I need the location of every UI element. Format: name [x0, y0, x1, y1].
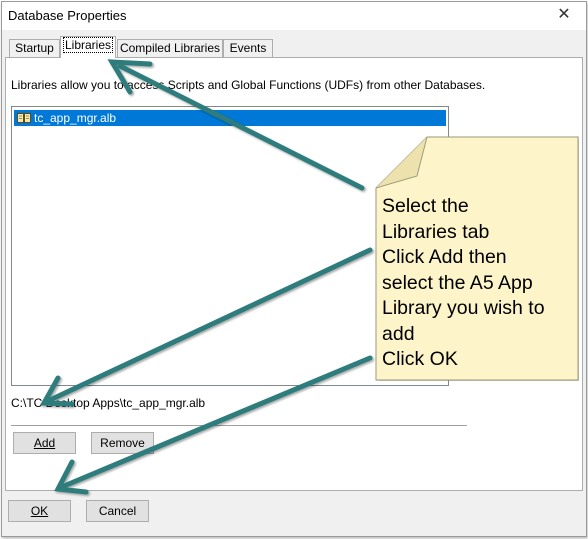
remove-button-label: Remove — [100, 436, 145, 450]
ok-button[interactable]: OK — [8, 500, 71, 522]
callout-line: Click OK — [382, 348, 458, 370]
callout-line: select the A5 App — [382, 271, 533, 294]
callout-text: Select the Libraries tab Click Add then … — [382, 194, 578, 373]
tab-compiled-libraries-label: Compiled Libraries — [119, 41, 221, 55]
callout-line: add — [382, 322, 415, 345]
callout-line: Libraries tab — [382, 220, 490, 243]
book-icon — [17, 113, 31, 123]
add-button-label: Add — [33, 436, 56, 450]
window-title: Database Properties — [8, 8, 127, 23]
library-name: tc_app_mgr.alb — [34, 111, 117, 125]
cancel-button[interactable]: Cancel — [86, 500, 149, 522]
tab-events-label: Events — [229, 41, 267, 55]
title-bar: Database Properties ✕ — [2, 2, 586, 30]
dialog-footer: OK Cancel — [2, 492, 586, 536]
tab-startup-label: Startup — [15, 41, 54, 55]
callout-line: Select the — [382, 195, 469, 217]
libraries-description: Libraries allow you to access Scripts an… — [11, 78, 486, 92]
tab-startup[interactable]: Startup — [9, 39, 60, 57]
tab-libraries-label: Libraries — [62, 37, 114, 53]
tab-libraries[interactable]: Libraries — [60, 36, 116, 58]
tab-events[interactable]: Events — [223, 39, 273, 57]
callout-line: Library you wish to — [382, 297, 545, 319]
list-item[interactable]: tc_app_mgr.alb — [14, 110, 446, 126]
cancel-button-label: Cancel — [98, 504, 137, 518]
separator — [11, 425, 467, 427]
ok-button-label: OK — [30, 504, 49, 518]
add-button[interactable]: Add — [13, 432, 76, 454]
selected-library-path: C:\TC Desktop Apps\tc_app_mgr.alb — [11, 396, 206, 410]
callout-line: Click Add then — [382, 246, 507, 268]
close-icon[interactable]: ✕ — [552, 4, 576, 26]
remove-button[interactable]: Remove — [91, 432, 154, 454]
tab-compiled-libraries[interactable]: Compiled Libraries — [117, 39, 223, 57]
